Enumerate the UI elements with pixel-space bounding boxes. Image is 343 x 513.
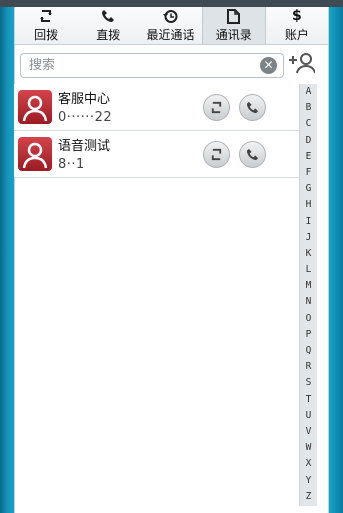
tab-label: 最近通话 xyxy=(146,28,195,42)
alpha-letter[interactable]: C xyxy=(306,116,312,132)
search-input[interactable] xyxy=(21,54,251,77)
contact-name: 语音测试 xyxy=(58,139,111,154)
alpha-letter[interactable]: E xyxy=(306,149,312,165)
alpha-letter[interactable]: D xyxy=(306,133,312,149)
alpha-letter[interactable]: T xyxy=(306,392,312,408)
alpha-letter[interactable]: M xyxy=(306,278,312,294)
search-box: ✕ xyxy=(20,53,284,78)
alpha-letter[interactable]: H xyxy=(306,197,312,213)
avatar xyxy=(18,90,52,124)
background-left-strip xyxy=(0,7,14,513)
tab-account[interactable]: $ 账户 xyxy=(266,7,328,44)
tab-callback[interactable]: 回拨 xyxy=(15,7,77,44)
alpha-letter[interactable]: O xyxy=(306,311,312,327)
alpha-letter[interactable]: J xyxy=(306,230,312,246)
contact-name: 客服中心 xyxy=(58,92,111,107)
tab-label: 账户 xyxy=(284,28,309,42)
contact-list: 客服中心 0······22 语音测试 8··1 xyxy=(14,84,299,178)
alpha-letter[interactable]: X xyxy=(306,456,312,472)
phone-icon xyxy=(101,8,115,24)
contacts-icon xyxy=(227,8,241,24)
alpha-letter[interactable]: A xyxy=(306,84,312,100)
call-button[interactable] xyxy=(239,94,266,121)
callback-icon xyxy=(211,148,222,161)
history-icon xyxy=(163,8,178,24)
alpha-letter[interactable]: Y xyxy=(306,473,312,489)
list-item[interactable]: 客服中心 0······22 xyxy=(14,84,299,131)
alpha-letter[interactable]: B xyxy=(306,100,312,116)
alpha-letter[interactable]: Q xyxy=(306,343,312,359)
alpha-letter[interactable]: F xyxy=(306,165,312,181)
dollar-icon: $ xyxy=(292,8,302,24)
contacts-panel: 回拨 直拨 最近通话 通讯录 $ 账户 ✕ xyxy=(14,7,329,513)
add-contact-icon[interactable] xyxy=(287,51,316,75)
alpha-letter[interactable]: N xyxy=(306,294,312,310)
callback-icon xyxy=(211,101,222,114)
tab-label: 直拨 xyxy=(96,28,121,42)
avatar xyxy=(18,137,52,171)
alphabet-index[interactable]: A B C D E F G H I J K L M N O P Q R S T … xyxy=(299,84,317,506)
alpha-letter[interactable]: L xyxy=(306,262,312,278)
alpha-letter[interactable]: I xyxy=(306,214,312,230)
callback-button[interactable] xyxy=(203,94,230,121)
alpha-letter[interactable]: V xyxy=(306,424,312,440)
alpha-letter[interactable]: P xyxy=(306,327,312,343)
alpha-letter[interactable]: K xyxy=(306,246,312,262)
tab-bar: 回拨 直拨 最近通话 通讯录 $ 账户 xyxy=(15,7,328,45)
call-button[interactable] xyxy=(239,141,266,168)
tab-recent-calls[interactable]: 最近通话 xyxy=(139,7,201,44)
tab-contacts[interactable]: 通讯录 xyxy=(201,7,266,44)
alpha-letter[interactable]: G xyxy=(306,181,312,197)
alpha-letter[interactable]: U xyxy=(306,408,312,424)
alpha-letter[interactable]: S xyxy=(306,375,312,391)
tab-direct-dial[interactable]: 直拨 xyxy=(77,7,139,44)
alpha-letter[interactable]: R xyxy=(306,359,312,375)
clear-search-icon[interactable]: ✕ xyxy=(260,57,277,74)
callback-icon xyxy=(39,8,53,24)
contact-number: 0······22 xyxy=(58,110,113,125)
alpha-letter[interactable]: Z xyxy=(306,489,312,505)
phone-icon xyxy=(246,101,259,114)
callback-button[interactable] xyxy=(203,141,230,168)
tab-label: 回拨 xyxy=(34,28,59,42)
tab-label: 通讯录 xyxy=(215,28,252,42)
list-item[interactable]: 语音测试 8··1 xyxy=(14,131,299,178)
alpha-letter[interactable]: W xyxy=(306,440,312,456)
contact-number: 8··1 xyxy=(58,157,85,172)
window-titlebar-edge xyxy=(0,0,343,7)
background-right-strip xyxy=(329,7,343,513)
phone-icon xyxy=(246,148,259,161)
